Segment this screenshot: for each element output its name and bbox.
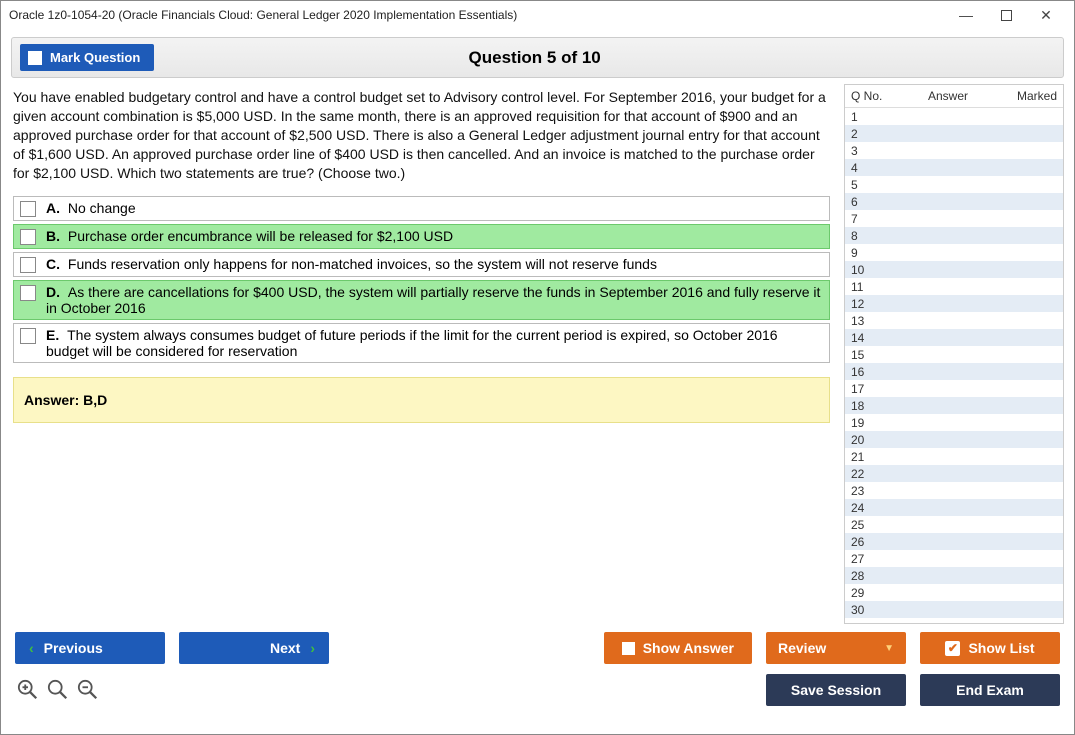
footer: ‹ Previous Next › Show Answer Review ▼	[11, 624, 1064, 726]
question-text: You have enabled budgetary control and h…	[13, 88, 830, 182]
option-text: E. The system always consumes budget of …	[46, 327, 823, 359]
square-icon	[622, 642, 635, 655]
checked-box-icon: ✔	[945, 641, 960, 656]
answer-text: Answer: B,D	[24, 392, 107, 408]
question-pane: You have enabled budgetary control and h…	[11, 84, 836, 624]
col-qno-header: Q No.	[851, 89, 899, 103]
show-list-label: Show List	[968, 640, 1034, 656]
review-button[interactable]: Review ▼	[766, 632, 906, 664]
save-session-button[interactable]: Save Session	[766, 674, 906, 706]
list-header: Q No. Answer Marked	[845, 85, 1063, 108]
list-row[interactable]: 8	[845, 227, 1063, 244]
window-title: Oracle 1z0-1054-20 (Oracle Financials Cl…	[9, 8, 946, 22]
minimize-button[interactable]: —	[946, 3, 986, 27]
show-answer-label: Show Answer	[643, 640, 734, 656]
option-checkbox[interactable]	[20, 229, 36, 245]
answer-box: Answer: B,D	[13, 377, 830, 423]
previous-label: Previous	[44, 640, 103, 656]
option-checkbox[interactable]	[20, 257, 36, 273]
list-row[interactable]: 24	[845, 499, 1063, 516]
mark-question-button[interactable]: Mark Question	[20, 44, 154, 71]
option-row[interactable]: B. Purchase order encumbrance will be re…	[13, 224, 830, 249]
chevron-left-icon: ‹	[29, 640, 34, 656]
list-row[interactable]: 3	[845, 142, 1063, 159]
list-row[interactable]: 16	[845, 363, 1063, 380]
list-row[interactable]: 5	[845, 176, 1063, 193]
review-label: Review	[778, 640, 826, 656]
option-text: B. Purchase order encumbrance will be re…	[46, 228, 453, 244]
list-body[interactable]: 1234567891011121314151617181920212223242…	[845, 108, 1063, 623]
list-row[interactable]: 12	[845, 295, 1063, 312]
mid-area: You have enabled budgetary control and h…	[11, 84, 1064, 624]
list-row[interactable]: 11	[845, 278, 1063, 295]
option-text: C. Funds reservation only happens for no…	[46, 256, 657, 272]
close-button[interactable]: ✕	[1026, 3, 1066, 27]
list-row[interactable]: 23	[845, 482, 1063, 499]
previous-button[interactable]: ‹ Previous	[15, 632, 165, 664]
zoom-controls	[15, 679, 99, 701]
list-row[interactable]: 2	[845, 125, 1063, 142]
list-row[interactable]: 22	[845, 465, 1063, 482]
next-button[interactable]: Next ›	[179, 632, 329, 664]
list-row[interactable]: 20	[845, 431, 1063, 448]
list-row[interactable]: 4	[845, 159, 1063, 176]
mark-checkbox-icon	[28, 51, 42, 65]
list-row[interactable]: 27	[845, 550, 1063, 567]
zoom-in-icon[interactable]	[17, 679, 39, 701]
list-row[interactable]: 18	[845, 397, 1063, 414]
chevron-down-icon: ▼	[884, 643, 894, 654]
question-header: Mark Question Question 5 of 10	[11, 37, 1064, 78]
list-row[interactable]: 14	[845, 329, 1063, 346]
option-text: A. No change	[46, 200, 136, 216]
list-row[interactable]: 17	[845, 380, 1063, 397]
list-row[interactable]: 6	[845, 193, 1063, 210]
col-answer-header: Answer	[899, 89, 997, 103]
list-row[interactable]: 9	[845, 244, 1063, 261]
next-label: Next	[270, 640, 300, 656]
option-row[interactable]: C. Funds reservation only happens for no…	[13, 252, 830, 277]
mark-question-label: Mark Question	[50, 50, 140, 65]
show-answer-button[interactable]: Show Answer	[604, 632, 752, 664]
options-list: A. No change B. Purchase order encumbranc…	[13, 196, 830, 363]
list-row[interactable]: 30	[845, 601, 1063, 618]
option-row[interactable]: D. As there are cancellations for $400 U…	[13, 280, 830, 320]
list-row[interactable]: 26	[845, 533, 1063, 550]
list-row[interactable]: 10	[845, 261, 1063, 278]
maximize-button[interactable]	[986, 3, 1026, 27]
option-row[interactable]: A. No change	[13, 196, 830, 221]
question-title-wrap: Question 5 of 10	[154, 48, 915, 68]
save-session-label: Save Session	[791, 682, 881, 698]
option-checkbox[interactable]	[20, 285, 36, 301]
option-checkbox[interactable]	[20, 201, 36, 217]
content-area: Mark Question Question 5 of 10 You have …	[1, 29, 1074, 734]
option-text: D. As there are cancellations for $400 U…	[46, 284, 823, 316]
list-row[interactable]: 28	[845, 567, 1063, 584]
col-marked-header: Marked	[997, 89, 1057, 103]
list-row[interactable]: 25	[845, 516, 1063, 533]
chevron-right-icon: ›	[310, 640, 315, 656]
title-bar: Oracle 1z0-1054-20 (Oracle Financials Cl…	[1, 1, 1074, 29]
list-row[interactable]: 13	[845, 312, 1063, 329]
list-row[interactable]: 21	[845, 448, 1063, 465]
end-exam-label: End Exam	[956, 682, 1024, 698]
question-counter: Question 5 of 10	[469, 48, 601, 67]
show-list-button[interactable]: ✔ Show List	[920, 632, 1060, 664]
list-row[interactable]: 15	[845, 346, 1063, 363]
option-row[interactable]: E. The system always consumes budget of …	[13, 323, 830, 363]
list-row[interactable]: 7	[845, 210, 1063, 227]
list-row[interactable]: 1	[845, 108, 1063, 125]
zoom-out-icon[interactable]	[77, 679, 99, 701]
zoom-icon[interactable]	[47, 679, 69, 701]
list-row[interactable]: 29	[845, 584, 1063, 601]
option-checkbox[interactable]	[20, 328, 36, 344]
app-window: Oracle 1z0-1054-20 (Oracle Financials Cl…	[0, 0, 1075, 735]
list-row[interactable]: 19	[845, 414, 1063, 431]
end-exam-button[interactable]: End Exam	[920, 674, 1060, 706]
question-list-panel: Q No. Answer Marked 12345678910111213141…	[844, 84, 1064, 624]
